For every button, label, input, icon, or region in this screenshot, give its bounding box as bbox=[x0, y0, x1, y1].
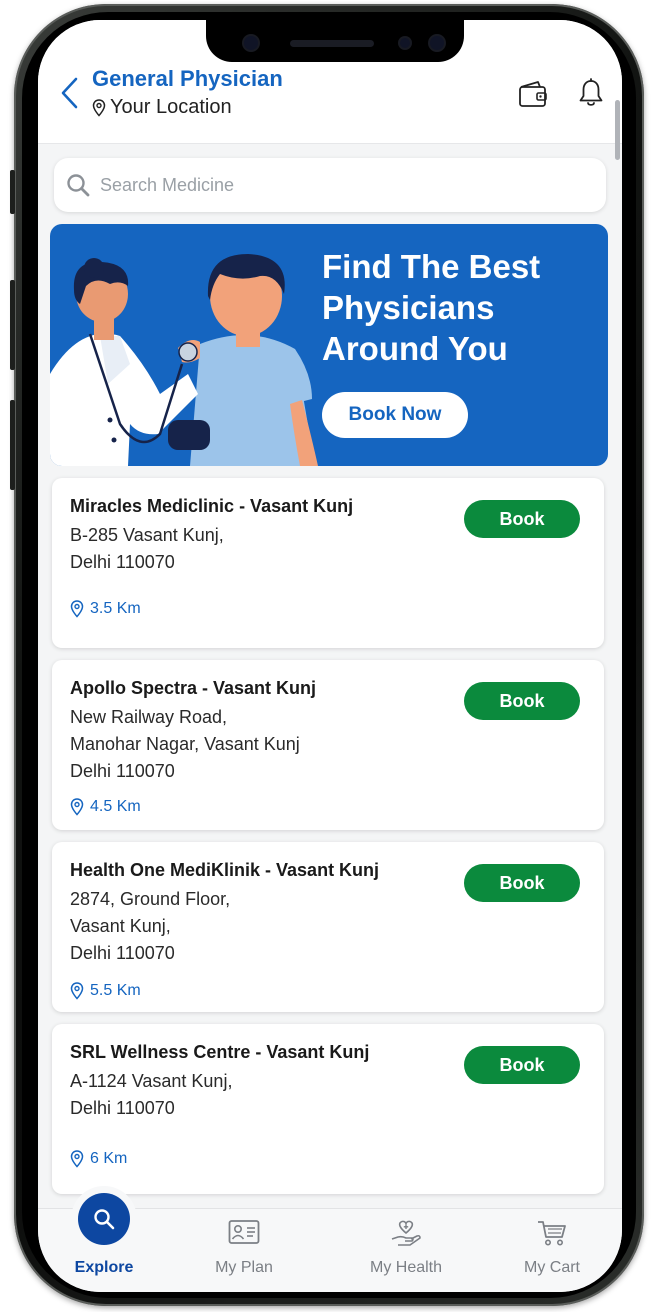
id-card-icon bbox=[228, 1220, 260, 1244]
phone-side-button bbox=[10, 170, 15, 214]
nav-label: My Health bbox=[369, 1259, 443, 1276]
banner-headline: Find The Best Physicians Around You bbox=[322, 248, 541, 367]
address-line: Delhi 110070 bbox=[70, 761, 175, 781]
book-button[interactable]: Book bbox=[464, 682, 580, 720]
address-line: New Railway Road, bbox=[70, 707, 228, 727]
clinic-card[interactable]: SRL Wellness Centre - Vasant Kunj A-1124… bbox=[52, 1024, 604, 1194]
phone-side-button bbox=[10, 280, 15, 370]
location-pin-icon bbox=[70, 982, 84, 1000]
clinic-distance: 3.5 Km bbox=[70, 600, 141, 618]
phone-notch bbox=[206, 20, 464, 62]
address-line: 2874, Ground Floor, bbox=[70, 889, 231, 909]
clinic-address: B-285 Vasant Kunj, Delhi 110070 bbox=[70, 522, 224, 576]
clinic-address: New Railway Road, Manohar Nagar, Vasant … bbox=[70, 704, 300, 785]
clinic-address: A-1124 Vasant Kunj, Delhi 110070 bbox=[70, 1068, 232, 1122]
promo-banner: Find The Best Physicians Around You Book… bbox=[50, 224, 608, 466]
clinic-card[interactable]: Health One MediKlinik - Vasant Kunj 2874… bbox=[52, 842, 604, 1012]
address-line: Manohar Nagar, Vasant Kunj bbox=[70, 734, 300, 754]
nav-label: Explore bbox=[74, 1259, 134, 1276]
distance-value: 3.5 Km bbox=[90, 600, 141, 617]
search-icon bbox=[94, 1209, 115, 1230]
clinic-card[interactable]: Apollo Spectra - Vasant Kunj New Railway… bbox=[52, 660, 604, 830]
location-pin-icon bbox=[92, 98, 106, 117]
search-icon bbox=[67, 174, 90, 197]
app-screen: General Physician Your Location Search M… bbox=[38, 20, 622, 1292]
book-now-button[interactable]: Book Now bbox=[322, 392, 468, 438]
health-hand-icon bbox=[391, 1220, 421, 1246]
back-arrow-icon[interactable] bbox=[58, 76, 82, 110]
book-button[interactable]: Book bbox=[464, 1046, 580, 1084]
clinic-name: SRL Wellness Centre - Vasant Kunj bbox=[70, 1042, 370, 1062]
address-line: Delhi 110070 bbox=[70, 552, 175, 572]
search-bar bbox=[54, 158, 606, 212]
clinic-distance: 5.5 Km bbox=[70, 982, 141, 1000]
address-line: B-285 Vasant Kunj, bbox=[70, 525, 224, 545]
location-pin-icon bbox=[70, 798, 84, 816]
location-label: Your Location bbox=[110, 96, 232, 118]
clinic-address: 2874, Ground Floor, Vasant Kunj, Delhi 1… bbox=[70, 886, 230, 967]
scrollbar[interactable] bbox=[615, 100, 620, 160]
address-line: Delhi 110070 bbox=[70, 1098, 175, 1118]
nav-my-plan[interactable]: My Plan bbox=[174, 1209, 314, 1292]
clinic-distance: 6 Km bbox=[70, 1150, 127, 1168]
nav-label: My Cart bbox=[524, 1259, 580, 1276]
location-pin-icon bbox=[70, 1150, 84, 1168]
search-input[interactable] bbox=[100, 174, 540, 196]
clinic-name: Health One MediKlinik - Vasant Kunj bbox=[70, 860, 380, 880]
nav-explore[interactable]: Explore bbox=[38, 1193, 170, 1292]
distance-value: 6 Km bbox=[90, 1150, 128, 1167]
clinic-distance: 4.5 Km bbox=[70, 798, 141, 816]
location-pin-icon bbox=[70, 600, 84, 618]
nav-my-health[interactable]: My Health bbox=[336, 1209, 476, 1292]
camera-icon bbox=[430, 36, 444, 50]
nav-label: My Plan bbox=[215, 1259, 273, 1276]
clinic-name: Apollo Spectra - Vasant Kunj bbox=[70, 678, 317, 698]
address-line: A-1124 Vasant Kunj, bbox=[70, 1071, 233, 1091]
book-button[interactable]: Book bbox=[464, 864, 580, 902]
nav-my-cart[interactable]: My Cart bbox=[482, 1209, 622, 1292]
address-line: Vasant Kunj, bbox=[70, 916, 171, 936]
wallet-icon[interactable] bbox=[518, 80, 548, 108]
explore-fab[interactable] bbox=[78, 1193, 130, 1245]
location-selector[interactable]: Your Location bbox=[92, 96, 232, 119]
camera-icon bbox=[400, 38, 410, 48]
camera-icon bbox=[244, 36, 258, 50]
clinic-name: Miracles Mediclinic - Vasant Kunj bbox=[70, 496, 354, 516]
speaker-grille bbox=[290, 40, 374, 47]
page-title: General Physician bbox=[92, 66, 283, 91]
cart-icon bbox=[538, 1221, 566, 1246]
notification-bell-icon[interactable] bbox=[578, 78, 604, 108]
book-button[interactable]: Book bbox=[464, 500, 580, 538]
bottom-nav: Explore My Plan My Health My Cart bbox=[38, 1193, 622, 1292]
phone-side-button bbox=[10, 400, 15, 490]
distance-value: 4.5 Km bbox=[90, 798, 141, 815]
clinic-card[interactable]: Miracles Mediclinic - Vasant Kunj B-285 … bbox=[52, 478, 604, 648]
distance-value: 5.5 Km bbox=[90, 982, 141, 999]
address-line: Delhi 110070 bbox=[70, 943, 175, 963]
doctor-patient-illustration bbox=[50, 254, 318, 466]
